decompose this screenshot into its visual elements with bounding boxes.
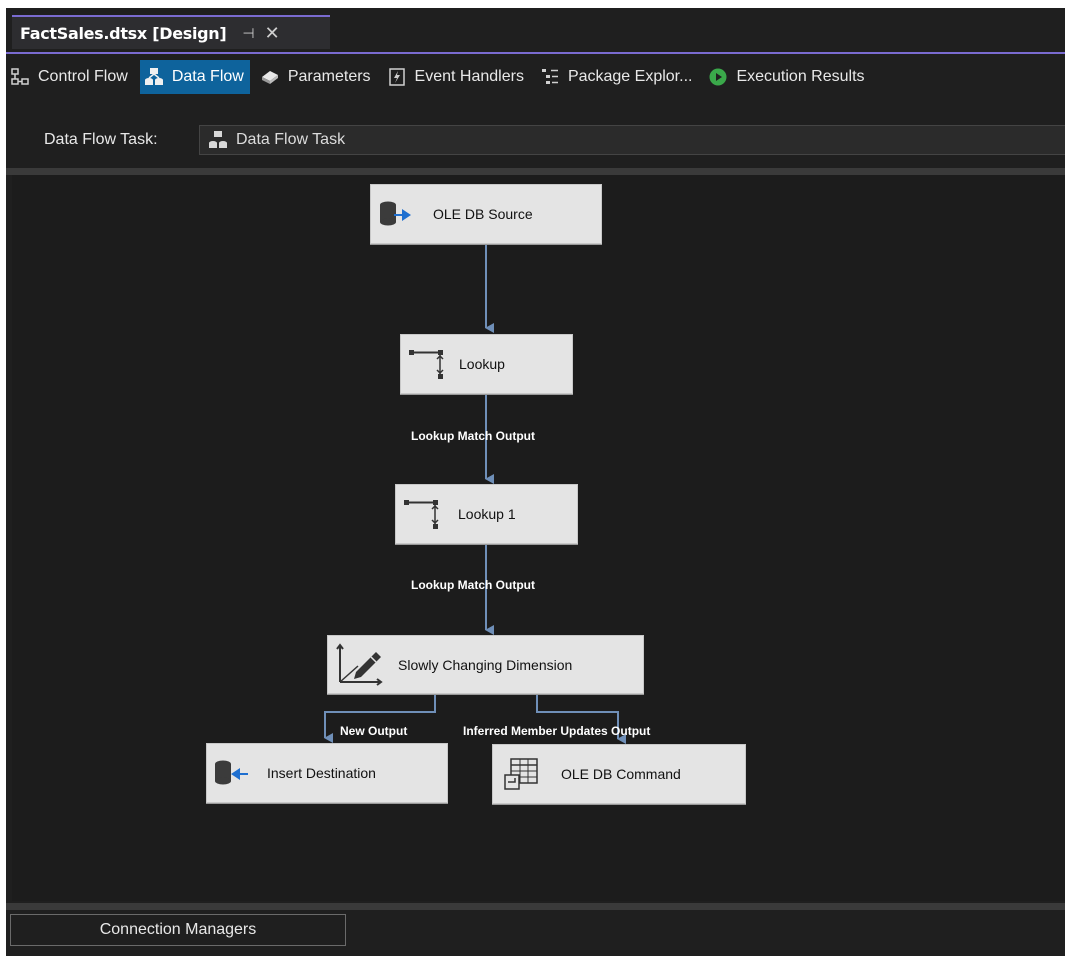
lookup1-label: Lookup 1 xyxy=(458,506,516,522)
scd-component[interactable]: Slowly Changing Dimension xyxy=(327,635,644,694)
lookup-icon xyxy=(407,346,447,382)
ole-db-command-label: OLE DB Command xyxy=(561,766,681,782)
ssis-designer-window: FactSales.dtsx [Design] ⊣ ✕ Control Flow… xyxy=(6,8,1065,956)
path-label-new-output[interactable]: New Output xyxy=(340,724,407,738)
ole-db-command-component[interactable]: OLE DB Command xyxy=(492,744,746,804)
data-paths xyxy=(324,243,626,744)
lookup-component[interactable]: Lookup xyxy=(400,334,573,394)
lookup1-component[interactable]: Lookup 1 xyxy=(395,484,578,544)
path-label-lookup-match-1[interactable]: Lookup Match Output xyxy=(411,429,535,443)
ole-db-source-label: OLE DB Source xyxy=(433,206,533,222)
lookup-label: Lookup xyxy=(459,356,505,372)
path-label-inferred-output[interactable]: Inferred Member Updates Output xyxy=(463,724,650,738)
ole-db-source-component[interactable]: OLE DB Source xyxy=(370,184,602,244)
scd-icon xyxy=(332,642,386,688)
path-label-lookup-match-2[interactable]: Lookup Match Output xyxy=(411,578,535,592)
destination-icon xyxy=(213,759,249,787)
connection-managers-tab[interactable]: Connection Managers xyxy=(10,914,346,946)
lookup1-icon xyxy=(402,496,442,532)
insert-destination-component[interactable]: Insert Destination xyxy=(206,743,448,803)
connection-managers-label: Connection Managers xyxy=(99,921,257,938)
insert-destination-label: Insert Destination xyxy=(267,765,376,781)
scd-label: Slowly Changing Dimension xyxy=(398,656,573,673)
table-command-icon xyxy=(501,757,541,791)
source-icon xyxy=(377,200,413,228)
